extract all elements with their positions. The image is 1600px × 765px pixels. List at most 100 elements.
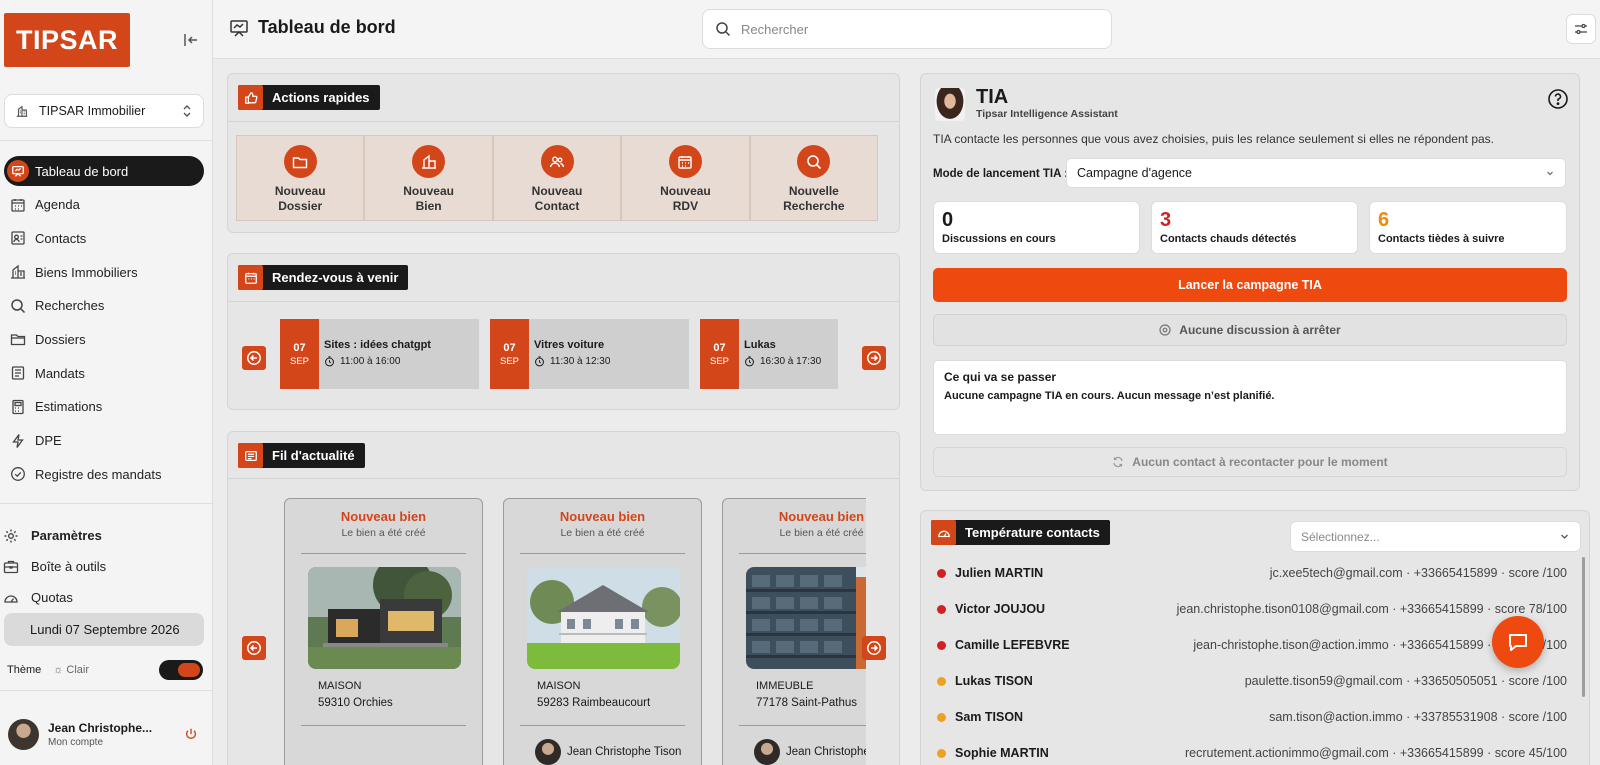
check-circle-icon	[10, 466, 26, 482]
arrow-right-icon	[866, 350, 882, 366]
theme-row: Thème ☼ Clair	[7, 660, 203, 680]
new-appointment-button[interactable]: Nouveau RDV	[621, 135, 750, 221]
sidebar-item-label: Agenda	[35, 197, 80, 213]
quick-actions-grid: Nouveau Dossier Nouveau Bien Nouveau Con…	[236, 135, 879, 221]
sidebar-item-searches[interactable]: Recherches	[4, 291, 204, 321]
sidebar-item-label: Biens Immobiliers	[35, 264, 138, 280]
tia-mode-select[interactable]: Campagne d'agence	[1066, 158, 1566, 188]
arrow-left-icon	[246, 350, 262, 366]
contact-temperature-panel: Température contacts Sélectionnez... Jul…	[920, 510, 1590, 765]
refresh-icon	[1112, 456, 1132, 468]
tia-avatar	[935, 88, 965, 121]
page-title: Tableau de bord	[229, 17, 396, 38]
contact-row[interactable]: Lukas TISON paulette.tison59@gmail.com ·…	[937, 663, 1567, 699]
contact-row[interactable]: Julien MARTIN jc.xee5tech@gmail.com · +3…	[937, 555, 1567, 591]
property-type: MAISON	[318, 680, 362, 692]
collapse-sidebar-icon[interactable]	[183, 32, 199, 48]
calculator-icon	[10, 399, 26, 415]
sidebar-item-properties[interactable]: Biens Immobiliers	[4, 257, 204, 287]
help-icon[interactable]	[1547, 88, 1569, 110]
launch-campaign-button[interactable]: Lancer la campagne TIA	[933, 268, 1567, 302]
search-input[interactable]	[741, 21, 1091, 37]
lightning-icon	[10, 433, 26, 449]
building-icon	[421, 154, 437, 170]
stat-card-hot-contacts: 3 Contacts chauds détectés	[1151, 201, 1358, 254]
contact-row[interactable]: Victor JOUJOU jean.christophe.tison0108@…	[937, 591, 1567, 627]
appointment-card[interactable]: 07 SEP Lukas 16:30 à 17:30	[700, 319, 838, 389]
sidebar-item-mandates[interactable]: Mandats	[4, 358, 204, 388]
gauge-icon	[3, 590, 19, 606]
toolbox-icon	[3, 559, 19, 575]
sidebar-item-label: Dossiers	[35, 331, 86, 347]
contact-name: Sophie MARTIN	[955, 746, 1049, 760]
contact-row[interactable]: Sophie MARTIN recrutement.actionimmo@gma…	[937, 735, 1567, 765]
settings-link[interactable]: Paramètres	[0, 520, 213, 551]
filter-settings-button[interactable]	[1566, 14, 1596, 44]
folder-icon	[292, 154, 308, 170]
recall-contacts-button[interactable]: Aucun contact à recontacter pour le mome…	[933, 447, 1567, 477]
feed-card[interactable]: Nouveau bien Le bien a été créé	[503, 498, 702, 765]
current-date: Lundi 07 Septembre 2026	[4, 613, 204, 646]
appointment-card[interactable]: 07 SEP Sites : idées chatgpt 11:00 à 16:…	[280, 319, 479, 389]
theme-label: Thème	[7, 664, 42, 676]
search-icon	[10, 298, 26, 314]
temperature-dot	[937, 568, 946, 578]
arrow-right-icon	[866, 640, 882, 656]
quotas-link[interactable]: Quotas	[0, 582, 213, 613]
sidebar-item-folders[interactable]: Dossiers	[4, 324, 204, 354]
contacts-scrollbar[interactable]	[1582, 557, 1585, 697]
sidebar-item-agenda[interactable]: Agenda	[4, 190, 204, 220]
campaign-plan-box: Ce qui va se passer Aucune campagne TIA …	[933, 360, 1567, 435]
contact-row[interactable]: Sam TISON sam.tison@action.immo · +33785…	[937, 699, 1567, 735]
avatar	[8, 718, 39, 750]
appointment-time: 16:30 à 17:30	[760, 356, 822, 367]
tia-mode-value: Campagne d'agence	[1077, 166, 1192, 180]
theme-toggle[interactable]	[159, 660, 203, 680]
tia-name: TIA	[976, 86, 1009, 108]
sidebar-item-estimations[interactable]: Estimations	[4, 392, 204, 422]
thumbs-up-icon	[244, 91, 258, 105]
contact-row[interactable]: Camille LEFEBVRE jean-christophe.tison@a…	[937, 627, 1567, 663]
tipsar-logo[interactable]: TIPSAR	[4, 13, 130, 67]
feed-card[interactable]: Nouveau bien Le bien a été créé	[722, 498, 866, 765]
timer-icon	[534, 356, 550, 367]
power-icon[interactable]	[184, 727, 198, 741]
appointments-prev-button[interactable]	[242, 346, 266, 370]
temperature-dot	[937, 712, 946, 722]
new-search-button[interactable]: Nouvelle Recherche	[749, 135, 879, 221]
chat-bubble-icon	[1505, 629, 1531, 655]
chevron-down-icon	[1559, 531, 1570, 542]
appointment-title: Lukas	[744, 339, 776, 351]
contact-details: recrutement.actionimmo@gmail.com · +3366…	[1185, 746, 1567, 760]
appointments-next-button[interactable]	[862, 346, 886, 370]
quick-actions-title: Actions rapides	[272, 90, 370, 105]
chat-button[interactable]	[1492, 616, 1544, 668]
feed-card-subtitle: Le bien a été créé	[560, 527, 645, 539]
user-name: Jean Christophe...	[48, 720, 153, 735]
mode-label: Mode de lancement TIA :	[933, 168, 1069, 180]
new-contact-button[interactable]: Nouveau Contact	[492, 135, 622, 221]
temperature-filter-select[interactable]: Sélectionnez...	[1290, 521, 1581, 552]
new-folder-button[interactable]: Nouveau Dossier	[236, 135, 365, 221]
chevron-down-icon	[1545, 168, 1555, 178]
contacts-icon	[10, 230, 26, 246]
feed-next-button[interactable]	[862, 636, 886, 660]
feed-card[interactable]: Nouveau bien Le bien a été créé MAISON 5…	[284, 498, 483, 765]
appointment-title: Sites : idées chatgpt	[324, 339, 431, 351]
sidebar-nav: Tableau de bord Agenda Contacts Biens Im…	[4, 156, 204, 493]
user-account[interactable]: Jean Christophe... Mon compte	[8, 718, 198, 750]
sidebar-item-dpe[interactable]: DPE	[4, 426, 204, 456]
stop-discussion-button[interactable]: Aucune discussion à arrêter	[933, 314, 1567, 346]
new-property-button[interactable]: Nouveau Bien	[364, 135, 493, 221]
sidebar-item-contacts[interactable]: Contacts	[4, 223, 204, 253]
page-title-text: Tableau de bord	[258, 17, 396, 37]
search-bar[interactable]	[702, 9, 1112, 49]
sidebar-item-mandate-register[interactable]: Registre des mandats	[4, 459, 204, 489]
appointments-panel: Rendez-vous à venir 07 SEP Sites : idées…	[227, 253, 900, 410]
agency-selector[interactable]: TIPSAR Immobilier	[4, 94, 204, 128]
property-type: MAISON	[537, 680, 581, 692]
timer-icon	[744, 356, 760, 367]
toolbox-link[interactable]: Boîte à outils	[0, 551, 213, 582]
appointment-card[interactable]: 07 SEP Vitres voiture 11:30 à 12:30	[490, 319, 689, 389]
sidebar-item-dashboard[interactable]: Tableau de bord	[4, 156, 204, 186]
